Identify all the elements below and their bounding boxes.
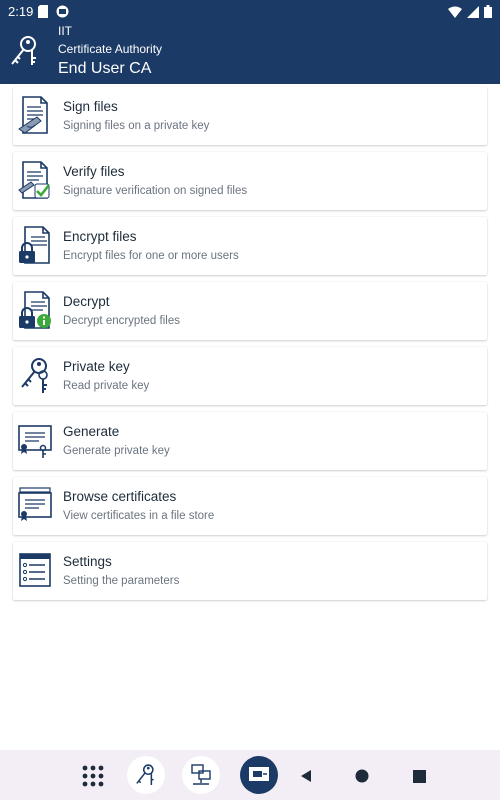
status-time: 2:19	[8, 4, 34, 19]
status-bar: 2:19	[0, 0, 500, 24]
header-org: IIT	[58, 24, 72, 38]
header-subtitle: Certificate Authority	[58, 42, 163, 56]
keys-icon	[21, 358, 48, 393]
app-header: 2:19 IIT Certificate Authority End User …	[0, 0, 500, 84]
taskbar-app-certificate-active[interactable]	[240, 756, 278, 794]
menu-item-title: Verify files	[63, 164, 125, 179]
menu-item-browse-certificates[interactable]: Browse certificates View certificates in…	[13, 477, 487, 535]
wifi-icon	[448, 6, 462, 18]
menu-item-subtitle: Signature verification on signed files	[63, 185, 248, 197]
sd-card-icon	[38, 5, 48, 18]
menu-item-subtitle: View certificates in a file store	[63, 510, 215, 522]
menu-item-title: Browse certificates	[63, 489, 177, 504]
menu-item-subtitle: Read private key	[63, 380, 150, 392]
menu-item-sign-files[interactable]: Sign files Signing files on a private ke…	[13, 87, 487, 145]
home-circle-icon	[355, 769, 369, 783]
menu-item-subtitle: Decrypt encrypted files	[63, 315, 180, 327]
battery-icon	[484, 5, 492, 18]
menu-item-title: Generate	[63, 424, 120, 439]
network-app-icon	[191, 764, 211, 785]
recents-square-icon	[412, 769, 426, 783]
menu-item-encrypt-files[interactable]: Encrypt files Encrypt files for one or m…	[13, 217, 487, 275]
taskbar-app-keys[interactable]	[127, 756, 165, 794]
menu-item-title: Private key	[63, 359, 130, 374]
app-notification-icon	[56, 5, 69, 18]
encrypt-document-icon	[19, 226, 50, 264]
menu-item-subtitle: Setting the parameters	[63, 575, 180, 587]
app-drawer-button[interactable]	[75, 758, 111, 794]
decrypt-document-icon	[19, 291, 51, 329]
bottom-nav-bar	[0, 750, 500, 800]
menu-item-subtitle: Encrypt files for one or more users	[63, 250, 239, 262]
menu-item-title: Decrypt	[63, 294, 110, 309]
menu-item-generate[interactable]: Generate Generate private key	[13, 412, 487, 470]
settings-list-icon	[19, 553, 51, 587]
certificate-app-icon	[249, 767, 269, 781]
verify-document-icon	[18, 161, 51, 199]
generate-certificate-icon	[18, 425, 52, 458]
app-grid-icon	[82, 765, 104, 787]
signal-icon	[467, 5, 479, 18]
header-title: End User CA	[58, 60, 152, 77]
recents-button[interactable]	[401, 758, 437, 794]
sign-document-icon	[18, 96, 48, 134]
keys-app-icon	[136, 764, 154, 785]
home-button[interactable]	[344, 758, 380, 794]
menu-item-title: Settings	[63, 554, 112, 569]
menu-item-private-key[interactable]: Private key Read private key	[13, 347, 487, 405]
menu-item-settings[interactable]: Settings Setting the parameters	[13, 542, 487, 600]
menu-item-verify-files[interactable]: Verify files Signature verification on s…	[13, 152, 487, 210]
certificates-icon	[18, 487, 52, 521]
menu-item-title: Sign files	[63, 99, 118, 114]
back-button[interactable]	[288, 758, 324, 794]
menu-item-subtitle: Generate private key	[63, 445, 170, 457]
app-logo-keys-icon	[11, 36, 36, 65]
menu-item-title: Encrypt files	[63, 229, 137, 244]
taskbar-app-network[interactable]	[182, 756, 220, 794]
back-triangle-icon	[301, 770, 311, 782]
menu-item-decrypt[interactable]: Decrypt Decrypt encrypted files	[13, 282, 487, 340]
menu-item-subtitle: Signing files on a private key	[63, 120, 210, 132]
